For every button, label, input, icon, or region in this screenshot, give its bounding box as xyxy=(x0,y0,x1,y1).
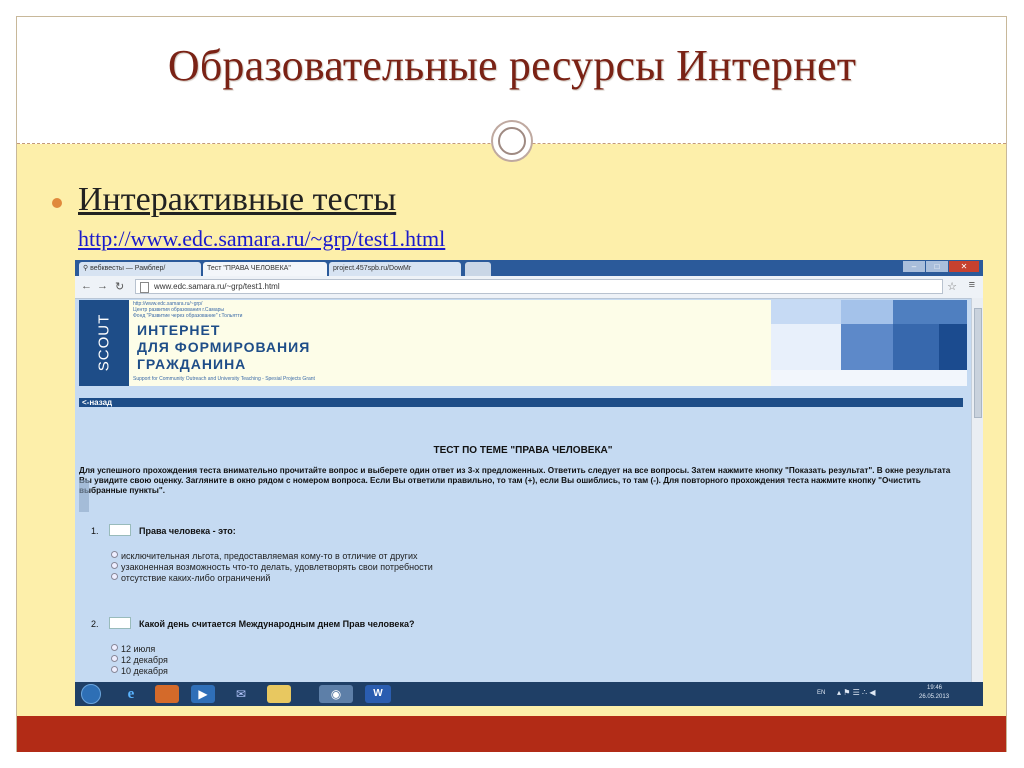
answer-option[interactable]: 10 декабря xyxy=(111,666,168,676)
tab-test[interactable]: Тест "ПРАВА ЧЕЛОВЕКА" xyxy=(203,262,327,276)
browser-screenshot: ⚲ вебквесты — Рамблер/ Тест "ПРАВА ЧЕЛОВ… xyxy=(75,260,983,706)
star-icon[interactable]: ☆ xyxy=(947,280,957,293)
mail-icon[interactable]: ✉ xyxy=(229,685,253,703)
start-button[interactable] xyxy=(81,684,101,704)
tab-label: вебквесты — Рамблер/ xyxy=(90,265,166,272)
address-bar[interactable]: www.edc.samara.ru/~grp/test1.html xyxy=(135,279,943,294)
scrollbar-thumb[interactable] xyxy=(974,308,982,418)
answer-option[interactable]: узаконенная возможность что-то делать, у… xyxy=(111,562,433,572)
site-banner: SCOUT http://www.edc.samara.ru/~grp/ Цен… xyxy=(79,300,967,386)
windows-taskbar: e ▶ ✉ ◉ W EN ▴ ⚑ ☰ ∴ ◀ 19:46 26.05.2013 xyxy=(75,682,983,706)
maximize-icon[interactable]: □ xyxy=(926,261,948,272)
answer-option[interactable]: исключительная льгота, предоставляемая к… xyxy=(111,551,417,561)
clock-time: 19:46 xyxy=(927,685,943,691)
browser-nav-bar: ← → ↻ www.edc.samara.ru/~grp/test1.html … xyxy=(75,276,983,299)
bullet-url-link[interactable]: http://www.edc.samara.ru/~grp/test1.html xyxy=(78,226,445,252)
question-number: 1. xyxy=(91,526,99,536)
menu-icon[interactable]: ≡ xyxy=(969,279,975,291)
question-result-box xyxy=(109,617,131,629)
question-number: 2. xyxy=(91,619,99,629)
tab-rambler[interactable]: ⚲ вебквесты — Рамблер/ xyxy=(79,262,201,276)
back-link[interactable]: <-назад xyxy=(79,398,963,407)
answer-option[interactable]: 12 июля xyxy=(111,644,155,654)
bullet-label: Интерактивные тесты xyxy=(78,181,397,218)
player-icon[interactable]: ▶ xyxy=(191,685,215,703)
bottom-bar xyxy=(17,716,1006,752)
tab-label: Тест "ПРАВА ЧЕЛОВЕКА" xyxy=(207,265,291,272)
question-text: Какой день считается Международным днем … xyxy=(139,619,415,629)
banner-small-line: Фонд "Развитие через образование" г.Толь… xyxy=(133,313,243,319)
slide-title: Образовательные ресурсы Интернет xyxy=(167,41,857,90)
bullet-dot-icon xyxy=(52,198,62,208)
chrome-icon[interactable]: ◉ xyxy=(319,685,353,703)
word-icon[interactable]: W xyxy=(365,685,391,703)
window-controls: – □ ✕ xyxy=(902,261,979,273)
page-scrollbar[interactable] xyxy=(971,298,983,682)
folder-icon[interactable] xyxy=(267,685,291,703)
search-icon: ⚲ xyxy=(83,265,89,272)
language-indicator[interactable]: EN xyxy=(817,690,825,696)
new-tab-button[interactable] xyxy=(465,262,491,276)
internet-explorer-icon[interactable]: e xyxy=(119,685,143,703)
test-title: ТЕСТ ПО ТЕМЕ "ПРАВА ЧЕЛОВЕКА" xyxy=(433,445,613,456)
forward-arrow-icon[interactable]: → xyxy=(97,280,108,292)
back-arrow-icon[interactable]: ← xyxy=(81,280,92,292)
banner-heading-line: ДЛЯ ФОРМИРОВАНИЯ xyxy=(137,339,311,355)
answer-option[interactable]: 12 декабря xyxy=(111,655,168,665)
banner-heading-line: ГРАЖДАНИНА xyxy=(137,356,247,372)
tab-project[interactable]: project.457spb.ru/DowMr xyxy=(329,262,461,276)
browser-tab-bar: ⚲ вебквесты — Рамблер/ Тест "ПРАВА ЧЕЛОВ… xyxy=(75,260,983,276)
scout-logo: SCOUT xyxy=(79,300,129,386)
tab-label: project.457spb.ru/DowMr xyxy=(333,265,412,272)
close-icon[interactable]: ✕ xyxy=(949,261,979,272)
page-side-fragment xyxy=(79,480,89,512)
banner-heading-line: ИНТЕРНЕТ xyxy=(137,322,221,338)
tray-icons[interactable]: ▴ ⚑ ☰ ∴ ◀ xyxy=(837,688,876,697)
reload-icon[interactable]: ↻ xyxy=(115,280,124,293)
answer-option[interactable]: отсутствие каких-либо ограничений xyxy=(111,573,270,583)
question-text: Права человека - это: xyxy=(139,526,236,536)
media-icon[interactable] xyxy=(155,685,179,703)
banner-subtitle: Support for Community Outreach and Unive… xyxy=(133,376,315,382)
test-instructions: Для успешного прохождения теста внимател… xyxy=(79,466,951,495)
banner-mosaic xyxy=(771,300,967,386)
clock-date: 26.05.2013 xyxy=(919,694,950,700)
question-result-box xyxy=(109,524,131,536)
ring-ornament-icon xyxy=(491,120,533,162)
minimize-icon[interactable]: – xyxy=(903,261,925,272)
